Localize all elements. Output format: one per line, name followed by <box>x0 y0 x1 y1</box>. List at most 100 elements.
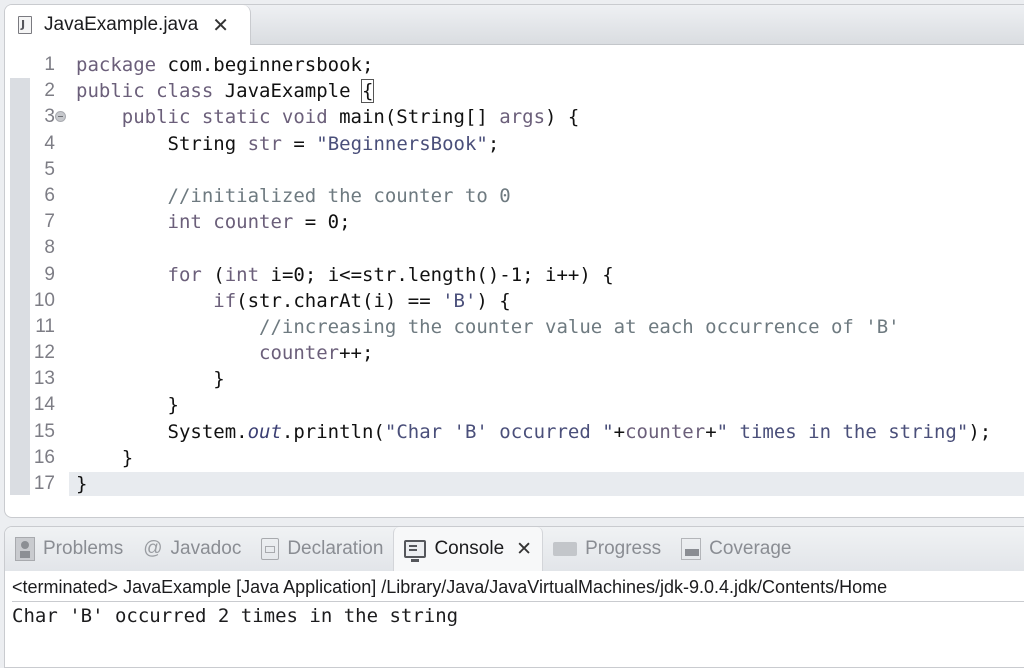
code-line[interactable]: 1 package com.beginnersbook; <box>5 52 1024 78</box>
close-x-icon[interactable]: ✕ <box>212 15 229 35</box>
editor-tab-bar: J JavaExample.java ✕ <box>5 5 1024 45</box>
code-token: main(String[] <box>339 106 500 129</box>
tab-console[interactable]: Console ✕ <box>393 527 544 571</box>
console-output[interactable]: Char 'B' occurred 2 times in the string <box>12 605 458 627</box>
line-source: //initialized the counter to 0 <box>76 183 511 209</box>
line-source: if(str.charAt(i) == 'B') { <box>76 288 510 314</box>
tab-declaration[interactable]: Declaration <box>251 527 393 571</box>
code-token: "Char 'B' occurred " <box>384 420 614 443</box>
code-token: } <box>76 446 134 469</box>
code-token: = <box>281 132 317 155</box>
code-line[interactable]: 9 for (int i=0; i<=str.length()-1; i++) … <box>5 262 1024 288</box>
code-token: str <box>247 132 282 155</box>
code-line[interactable]: 15 System.out.println("Char 'B' occurred… <box>5 419 1024 445</box>
code-token: package <box>76 54 168 76</box>
code-line[interactable]: 17} <box>5 471 1024 497</box>
code-line[interactable]: 16 } <box>5 445 1024 471</box>
tab-label: Javadoc <box>170 538 242 559</box>
line-number: 9 <box>44 263 55 285</box>
tab-progress[interactable]: Progress <box>543 527 671 571</box>
close-x-icon[interactable]: ✕ <box>516 539 532 559</box>
code-line[interactable]: 13 } <box>5 366 1024 392</box>
java-file-glyph: J <box>21 18 26 31</box>
code-line[interactable]: 3 public static void main(String[] args)… <box>5 104 1024 130</box>
console-header: <terminated> JavaExample [Java Applicati… <box>12 577 1024 602</box>
progress-icon <box>553 542 578 556</box>
line-source: //increasing the counter value at each o… <box>76 314 900 340</box>
line-number: 7 <box>44 211 55 233</box>
code-token: //initialized the counter to 0 <box>167 184 511 207</box>
code-line[interactable]: 8 <box>5 235 1024 261</box>
line-number: 12 <box>33 342 55 364</box>
code-line[interactable]: 14 } <box>5 392 1024 418</box>
bottom-tab-bar: Problems @ Javadoc Declaration Console ✕ Progr… <box>5 527 1024 571</box>
code-token: public class <box>76 80 225 103</box>
code-line[interactable]: 4 String str = "BeginnersBook"; <box>5 131 1024 157</box>
editor-tab-javaexample[interactable]: J JavaExample.java ✕ <box>5 5 251 45</box>
line-number: 8 <box>44 237 55 259</box>
tab-label: Declaration <box>287 538 384 559</box>
coverage-icon <box>681 538 702 560</box>
line-source: int counter = 0; <box>76 209 351 235</box>
code-token: + <box>613 420 626 443</box>
line-source: counter++; <box>76 340 373 366</box>
tab-label: Coverage <box>709 538 792 559</box>
code-line[interactable]: 6 //initialized the counter to 0 <box>5 183 1024 209</box>
code-line[interactable]: 11 //increasing the counter value at eac… <box>5 314 1024 340</box>
code-token: ); <box>968 420 992 443</box>
code-line[interactable]: 10 if(str.charAt(i) == 'B') { <box>5 288 1024 314</box>
code-token: } <box>76 394 179 417</box>
code-line[interactable]: 5 <box>5 157 1024 183</box>
declaration-icon <box>261 538 280 560</box>
editor-panel: J JavaExample.java ✕ 1 package com.beginn… <box>4 4 1024 518</box>
code-token: for <box>167 263 202 286</box>
code-token: args <box>499 106 546 129</box>
code-line[interactable]: 2 public class JavaExample { <box>5 78 1024 104</box>
code-token: "BeginnersBook" <box>316 132 488 155</box>
code-token: 'B' <box>442 289 477 312</box>
code-token: out <box>247 420 282 443</box>
line-source: package com.beginnersbook; <box>76 52 373 78</box>
code-token: ( <box>201 263 225 286</box>
fold-collapse-icon[interactable] <box>55 111 66 123</box>
tab-coverage[interactable]: Coverage <box>671 527 801 571</box>
line-number: 10 <box>33 289 55 311</box>
line-number: 14 <box>33 394 55 416</box>
code-token: counter <box>625 420 706 443</box>
code-token: counter <box>259 342 340 365</box>
code-token: String <box>76 132 248 155</box>
code-token: if <box>213 289 237 312</box>
line-number: 5 <box>44 158 55 180</box>
code-area[interactable]: 1 package com.beginnersbook; 2 public class… <box>5 52 1024 497</box>
code-token: int counter <box>167 211 294 234</box>
line-number: 13 <box>33 368 55 390</box>
bottom-panel: Problems @ Javadoc Declaration Console ✕ Progr… <box>4 526 1024 668</box>
line-number: 17 <box>33 473 55 494</box>
at-sign-icon: @ <box>143 538 163 559</box>
editor-tab-label: JavaExample.java <box>44 14 199 35</box>
line-number: 15 <box>33 420 55 442</box>
tab-javadoc[interactable]: @ Javadoc <box>133 527 251 571</box>
tab-label: Progress <box>585 538 662 559</box>
code-line[interactable]: 7 int counter = 0; <box>5 209 1024 235</box>
code-token: ++; <box>339 342 374 365</box>
code-token: System. <box>76 420 248 443</box>
code-token: } <box>76 473 88 495</box>
line-number: 11 <box>35 315 55 337</box>
tab-problems[interactable]: Problems <box>5 527 133 571</box>
java-file-icon: J <box>18 16 32 34</box>
line-number: 4 <box>44 132 55 154</box>
code-token: = 0; <box>293 211 351 234</box>
line-number: 6 <box>44 184 55 206</box>
line-number: 1 <box>44 54 55 75</box>
code-token: JavaExample <box>224 80 362 103</box>
code-token: i=0; i<=str.length()-1; i++) { <box>259 263 614 286</box>
code-line[interactable]: 12 counter++; <box>5 340 1024 366</box>
code-token: + <box>705 420 717 443</box>
line-number: 2 <box>44 80 55 102</box>
